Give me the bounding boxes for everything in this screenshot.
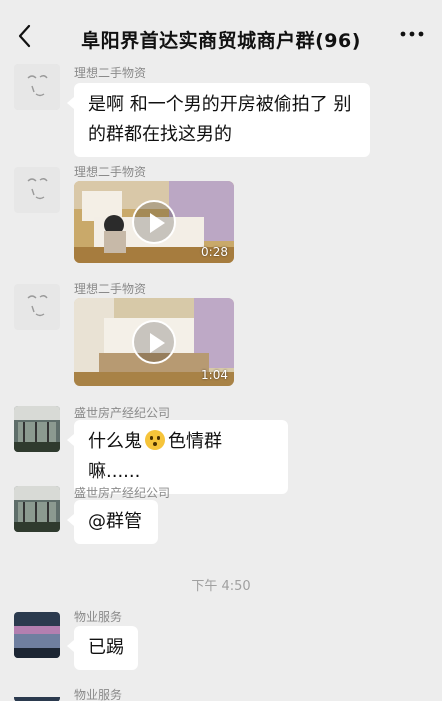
flushed-face-emoji-icon: [145, 430, 165, 450]
chat-title: 阜阳界首达实商贸城商户群(96): [81, 30, 361, 52]
sender-name: 物业服务: [74, 610, 123, 624]
avatar-image: [14, 486, 60, 532]
message-bubble[interactable]: @群管: [67, 500, 158, 544]
video-duration: 0:28: [201, 245, 228, 259]
message-bubble[interactable]: 是啊 和一个男的开房被偷拍了 别 的群都在找这男的: [67, 83, 370, 157]
message-text-line: 的群都在找这男的: [88, 124, 232, 145]
sender-name: 盛世房产经纪公司: [74, 486, 171, 500]
sender-name: 盛世房产经纪公司: [74, 406, 171, 420]
avatar-image: [14, 697, 60, 701]
message-text-line: 是啊 和一个男的开房被偷拍了 别: [88, 94, 352, 115]
message-bubble[interactable]: 什么鬼 色情群嘛......: [67, 420, 288, 494]
play-icon[interactable]: [132, 200, 176, 244]
message-text: 什么鬼: [88, 431, 142, 452]
video-message[interactable]: 0:28: [74, 181, 234, 263]
message-timestamp: 下午 4:50: [191, 579, 251, 594]
avatar[interactable]: [14, 167, 60, 213]
video-message[interactable]: 1:04: [74, 298, 234, 386]
avatar[interactable]: [14, 692, 60, 701]
message-text: 已踢: [88, 637, 124, 658]
avatar-image: [14, 167, 60, 213]
avatar[interactable]: [14, 406, 60, 452]
sender-name: 理想二手物资: [74, 165, 147, 179]
play-icon[interactable]: [132, 320, 176, 364]
avatar[interactable]: [14, 64, 60, 110]
avatar[interactable]: [14, 284, 60, 330]
message-text: @群管: [88, 511, 142, 532]
avatar-image: [14, 406, 60, 452]
avatar[interactable]: [14, 612, 60, 658]
more-dots-icon[interactable]: [398, 24, 426, 44]
avatar-image: [14, 64, 60, 110]
video-duration: 1:04: [201, 368, 228, 382]
avatar-image: [14, 284, 60, 330]
sender-name: 物业服务: [74, 688, 123, 701]
sender-name: 理想二手物资: [74, 66, 147, 80]
message-bubble[interactable]: 已踢: [67, 626, 138, 670]
avatar[interactable]: [14, 486, 60, 532]
avatar-image: [14, 612, 60, 658]
chat-header: 阜阳界首达实商贸城商户群(96): [0, 0, 442, 64]
sender-name: 理想二手物资: [74, 282, 147, 296]
